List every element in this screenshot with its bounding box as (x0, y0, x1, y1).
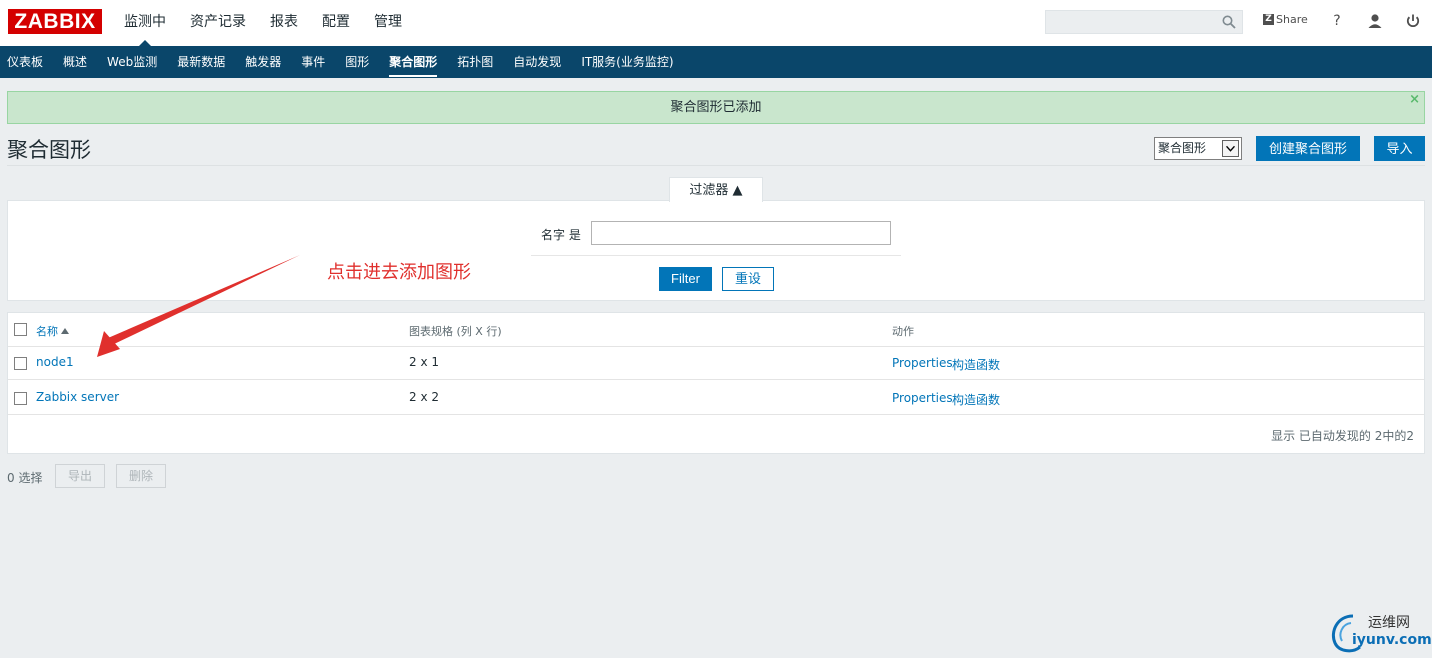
nav-reports[interactable]: 报表 (258, 0, 310, 46)
delete-button[interactable]: 删除 (116, 464, 166, 488)
subnav-maps[interactable]: 拓扑图 (450, 46, 506, 78)
nav-administration[interactable]: 管理 (362, 0, 414, 46)
subnav-triggers[interactable]: 触发器 (238, 46, 294, 78)
row-checkbox[interactable] (14, 392, 27, 405)
export-button[interactable]: 导出 (55, 464, 105, 488)
screen-name-link[interactable]: node1 (36, 355, 74, 369)
watermark-text: 运维网 (1368, 615, 1410, 631)
properties-link[interactable]: Properties (892, 356, 953, 370)
success-message: 聚合图形已添加 × (7, 91, 1425, 124)
share-link[interactable]: Z Share (1263, 13, 1308, 26)
top-header: ZABBIX 监测中 资产记录 报表 配置 管理 Z Share ? (0, 0, 1432, 46)
subnav-discovery[interactable]: 自动发现 (506, 46, 574, 78)
view-select[interactable]: 聚合图形 (1154, 137, 1242, 160)
filter-divider (531, 255, 901, 256)
properties-link[interactable]: Properties (892, 391, 953, 405)
table-row: Zabbix server 2 x 2 Properties 构造函数 (8, 381, 1424, 415)
filter-reset-button[interactable]: 重设 (722, 267, 774, 291)
column-dimensions: 图表规格 (列 X 行) (409, 325, 502, 338)
table-header: 名称 图表规格 (列 X 行) 动作 (8, 313, 1424, 347)
table-row: node1 2 x 1 Properties 构造函数 (8, 346, 1424, 380)
subnav-it-services[interactable]: IT服务(业务监控) (574, 46, 686, 78)
filter-tab[interactable]: 过滤器 ▲ (669, 177, 763, 202)
help-icon[interactable]: ? (1328, 12, 1346, 30)
create-screen-button[interactable]: 创建聚合图形 (1256, 136, 1360, 161)
subnav-overview[interactable]: 概述 (56, 46, 100, 78)
share-label: Share (1276, 13, 1308, 26)
constructor-link[interactable]: 构造函数 (952, 356, 1000, 373)
nav-monitoring[interactable]: 监测中 (112, 0, 178, 46)
filter-panel: 名字 是 Filter 重设 (7, 200, 1425, 301)
view-select-value: 聚合图形 (1158, 141, 1207, 155)
sort-asc-icon (61, 328, 69, 334)
annotation-text: 点击进去添加图形 (327, 262, 471, 283)
filter-apply-button[interactable]: Filter (659, 267, 712, 291)
subnav-web[interactable]: Web监测 (100, 46, 170, 78)
page-title: 聚合图形 (7, 138, 91, 162)
column-name-label[interactable]: 名称 (36, 325, 58, 338)
watermark-logo: 运维网 iyunv.com (1327, 610, 1432, 654)
global-search-input[interactable] (1045, 10, 1243, 34)
zabbix-logo[interactable]: ZABBIX (8, 9, 102, 34)
success-message-text: 聚合图形已添加 (670, 100, 762, 115)
sign-out-icon[interactable] (1404, 12, 1422, 30)
subnav-dashboard[interactable]: 仪表板 (0, 46, 56, 78)
watermark-url: iyunv.com (1352, 632, 1432, 648)
subnav-screens[interactable]: 聚合图形 (382, 46, 450, 78)
search-icon[interactable] (1222, 15, 1236, 29)
title-divider (7, 165, 1425, 166)
main-nav: 监测中 资产记录 报表 配置 管理 (112, 0, 414, 46)
filter-name-input[interactable] (591, 221, 891, 245)
subnav-events[interactable]: 事件 (294, 46, 338, 78)
screen-dimensions: 2 x 1 (409, 355, 439, 369)
constructor-link[interactable]: 构造函数 (952, 391, 1000, 408)
column-actions: 动作 (892, 325, 914, 338)
nav-configuration[interactable]: 配置 (310, 0, 362, 46)
column-name[interactable]: 名称 (36, 323, 69, 339)
selected-count: 0 选择 (7, 471, 43, 485)
filter-name-label: 名字 是 (541, 228, 581, 242)
screen-name-link[interactable]: Zabbix server (36, 390, 119, 404)
close-icon[interactable]: × (1409, 84, 1420, 115)
share-icon: Z (1263, 14, 1274, 25)
subnav-graphs[interactable]: 图形 (338, 46, 382, 78)
screens-table: 名称 图表规格 (列 X 行) 动作 node1 2 x 1 Propertie… (7, 312, 1425, 454)
row-checkbox[interactable] (14, 357, 27, 370)
subnav-latest-data[interactable]: 最新数据 (170, 46, 238, 78)
select-all-checkbox[interactable] (14, 323, 27, 336)
nav-inventory[interactable]: 资产记录 (178, 0, 258, 46)
chevron-down-icon (1222, 140, 1239, 157)
sub-nav: 仪表板 概述 Web监测 最新数据 触发器 事件 图形 聚合图形 拓扑图 自动发… (0, 46, 1432, 78)
screen-dimensions: 2 x 2 (409, 390, 439, 404)
table-footer-count: 显示 已自动发现的 2中的2 (1271, 429, 1414, 443)
user-profile-icon[interactable] (1366, 12, 1384, 30)
import-button[interactable]: 导入 (1374, 136, 1425, 161)
